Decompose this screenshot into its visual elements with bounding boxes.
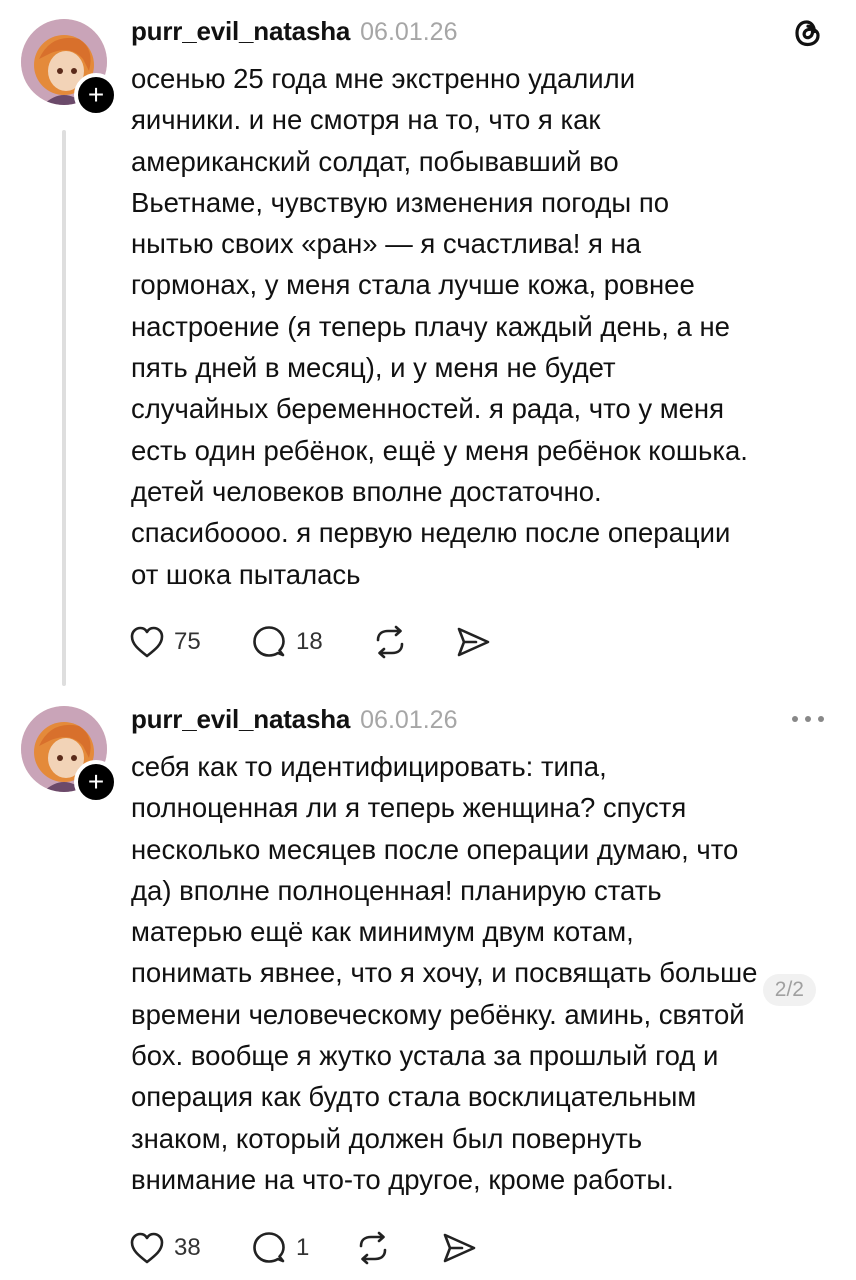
like-button[interactable]: 75 <box>128 620 201 664</box>
post-actions: 75 18 <box>128 620 528 664</box>
text-line: американский солдат, побывавший во <box>131 145 619 177</box>
text-line: от шока пыталась <box>131 558 361 590</box>
like-button[interactable]: 38 <box>128 1226 201 1270</box>
username[interactable]: purr_evil_natasha <box>131 16 350 47</box>
text-line: случайных беременностей. я рада, что у м… <box>131 393 724 425</box>
post-date: 06.01.26 <box>360 706 458 734</box>
text-line: бох. вообще я жутко устала за прошлый го… <box>131 1040 719 1072</box>
share-button[interactable] <box>454 620 492 664</box>
post-text: осенью 25 года мне экстренно удалили яич… <box>131 58 831 595</box>
comment-icon <box>253 626 285 657</box>
thread-line <box>62 130 66 686</box>
post-2: + purr_evil_natasha 06.01.26 себя как то… <box>0 690 856 1280</box>
post-header: purr_evil_natasha 06.01.26 <box>131 704 457 744</box>
username[interactable]: purr_evil_natasha <box>131 704 350 735</box>
post-actions: 38 1 <box>128 1226 528 1270</box>
heart-icon <box>130 1232 164 1264</box>
text-line: несколько месяцев после операции думаю, … <box>131 833 739 865</box>
thread-page-indicator: 2/2 <box>762 974 816 1006</box>
threads-logo-icon[interactable] <box>790 15 826 56</box>
text-line: понимать явнее, что я хочу, и посвящать … <box>131 957 758 989</box>
repost-button[interactable] <box>354 1226 392 1270</box>
reply-count: 18 <box>296 628 323 655</box>
follow-plus-button[interactable]: + <box>74 760 118 804</box>
plus-icon: + <box>87 766 105 797</box>
text-line: полноценная ли я теперь женщина? спустя <box>131 792 687 824</box>
text-line: детей человеков вполне достаточно. <box>131 475 602 507</box>
like-count: 38 <box>174 1234 201 1261</box>
text-line: настроение (я теперь плачу каждый день, … <box>131 310 730 342</box>
share-button[interactable] <box>440 1226 478 1270</box>
text-line: себя как то идентифицировать: типа, <box>131 751 607 782</box>
text-line: да) вполне полноценная! планирую стать <box>131 874 662 906</box>
text-line: гормонах, у меня стала лучше кожа, ровне… <box>131 269 695 301</box>
follow-plus-button[interactable]: + <box>74 73 118 117</box>
text-line: спасибоооо. я первую неделю после операц… <box>131 517 731 549</box>
post-1: + purr_evil_natasha 06.01.26 осенью 25 г… <box>0 0 856 690</box>
share-icon <box>443 1233 476 1263</box>
comment-icon <box>253 1232 285 1263</box>
repost-icon <box>359 1231 387 1265</box>
text-line: времени человеческому ребёнку. аминь, св… <box>131 998 745 1030</box>
repost-button[interactable] <box>371 620 409 664</box>
reply-button[interactable]: 1 <box>250 1226 309 1270</box>
heart-icon <box>130 626 164 658</box>
text-line: Вьетнаме, чувствую изменения погоды по <box>131 186 670 218</box>
text-line: пять дней в месяц), и у меня не будет <box>131 352 616 384</box>
repost-icon <box>376 625 404 659</box>
reply-button[interactable]: 18 <box>250 620 323 664</box>
share-icon <box>457 627 490 657</box>
text-line: внимание на что-то другое, кроме работы. <box>131 1163 674 1195</box>
more-options-icon[interactable] <box>790 710 826 733</box>
text-line: есть один ребёнок, ещё у меня ребёнок ко… <box>131 434 748 466</box>
text-line: операция как будто стала восклицательным <box>131 1081 697 1113</box>
text-line: осенью 25 года мне экстренно удалили <box>131 63 636 94</box>
reply-count: 1 <box>296 1234 310 1261</box>
post-date: 06.01.26 <box>360 18 458 46</box>
post-header: purr_evil_natasha 06.01.26 <box>131 16 457 56</box>
like-count: 75 <box>174 628 201 655</box>
text-line: знаком, который должен был повернуть <box>131 1122 643 1154</box>
plus-icon: + <box>87 79 105 110</box>
text-line: яичники. и не смотря на то, что я как <box>131 104 601 136</box>
text-line: нытью своих «ран» — я счастлива! я на <box>131 228 642 260</box>
post-text: себя как то идентифицировать: типа, полн… <box>131 746 831 1200</box>
text-line: матерью ещё как минимум двум котам, <box>131 916 634 948</box>
